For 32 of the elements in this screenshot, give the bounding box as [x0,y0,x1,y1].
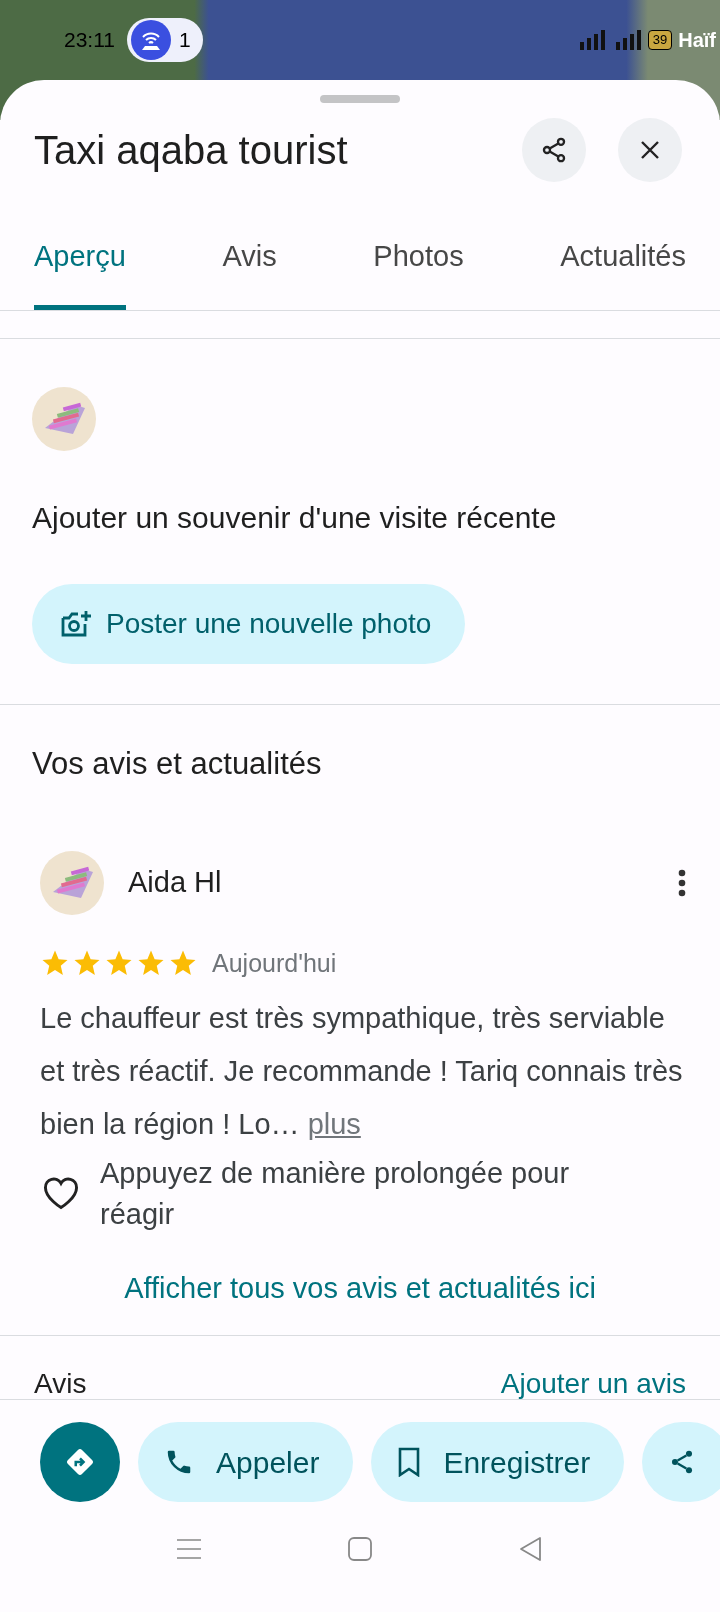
battery-level: 39 [647,30,673,50]
share-icon [540,136,568,164]
call-button[interactable]: Appeler [138,1422,354,1502]
status-time: 23:11 [64,27,115,54]
show-all-reviews-link[interactable]: Afficher tous vos avis et actualités ici [124,1261,596,1317]
reaction-hint: Appuyez de manière prolongée pour réagir [100,1156,571,1232]
more-options-icon[interactable] [678,868,686,897]
map-label: Haïf [678,28,716,53]
review-text: Le chauffeur est très sympathique, très serviable et très réactif. Je recommande ! Tariq connais très bien la région ! Lo… plus [39,1001,684,1142]
back-icon[interactable] [518,1536,544,1562]
section-heading: Ajouter un souvenir d'une visite récente [32,500,558,536]
notification-count: 1 [179,27,191,54]
tab[interactable]: Photos [373,203,464,310]
bookmark-icon [397,1447,422,1477]
tab[interactable]: Avis [222,203,277,310]
router-icon [131,20,171,60]
section-heading: Vos avis et actualités [32,745,323,783]
place-title: Taxi aqaba tourist [34,127,349,174]
save-button[interactable]: Enregistrer [371,1422,625,1502]
add-photo-icon [60,609,92,639]
cellular-signal-icon [579,28,642,52]
tab[interactable]: Aperçu [34,203,126,310]
drag-handle[interactable] [320,95,400,103]
review-date: Aujourd'hui [212,947,337,979]
section-heading: Avis [34,1369,87,1399]
more-link[interactable]: plus [307,1108,361,1140]
home-square-icon[interactable] [347,1536,373,1562]
post-photo-button[interactable]: Poster une nouvelle photo [32,584,466,664]
close-icon [639,139,661,161]
reviewer-name: Aida Hl [128,864,223,900]
add-review-link[interactable]: Ajouter un avis [500,1369,686,1399]
tab[interactable]: Actualités [560,203,686,310]
